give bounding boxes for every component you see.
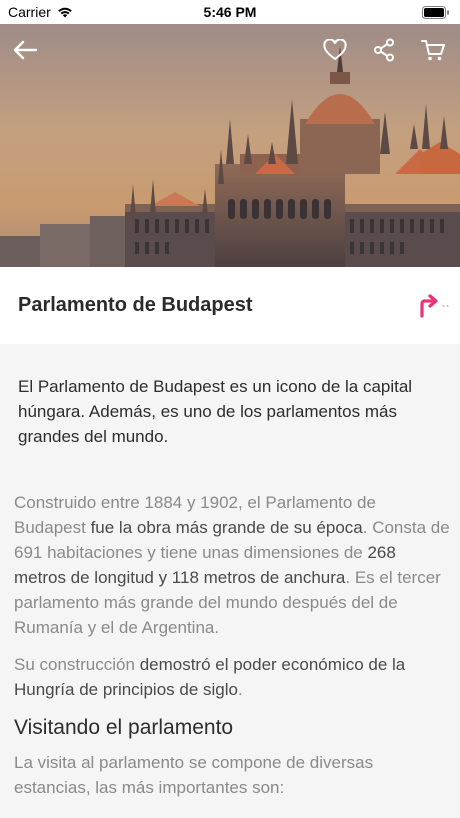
back-arrow-icon xyxy=(13,40,38,60)
share-button[interactable] xyxy=(370,36,398,64)
favorite-button[interactable] xyxy=(321,36,349,64)
status-time: 5:46 PM xyxy=(203,4,257,20)
text-span: Su construcción xyxy=(14,655,140,674)
title-bar: Parlamento de Budapest xyxy=(0,267,460,344)
intro-text: El Parlamento de Budapest es un icono de… xyxy=(18,377,413,446)
cart-button[interactable] xyxy=(419,36,447,64)
visit-paragraph: La visita al parlamento se compone de di… xyxy=(14,753,374,797)
highlight-text: fue la obra más grande de su época xyxy=(90,518,363,537)
share-icon xyxy=(374,38,394,62)
hero-image xyxy=(0,24,460,267)
history-paragraph: Construido entre 1884 y 1902, el Parlame… xyxy=(14,490,450,640)
dots-icon xyxy=(442,304,449,307)
status-bar: Carrier 5:46 PM xyxy=(0,0,460,24)
heart-icon xyxy=(323,39,347,61)
content-area: El Parlamento de Budapest es un icono de… xyxy=(0,344,460,818)
page-title: Parlamento de Budapest xyxy=(18,294,253,316)
back-button[interactable] xyxy=(11,36,39,64)
directions-button[interactable] xyxy=(418,293,450,318)
section-heading: Visitando el parlamento xyxy=(14,716,234,739)
cart-icon xyxy=(421,40,445,61)
turn-right-arrow-icon xyxy=(420,293,438,318)
text-span: . xyxy=(237,680,243,699)
economy-paragraph: Su construcción demostró el poder económ… xyxy=(14,652,450,702)
